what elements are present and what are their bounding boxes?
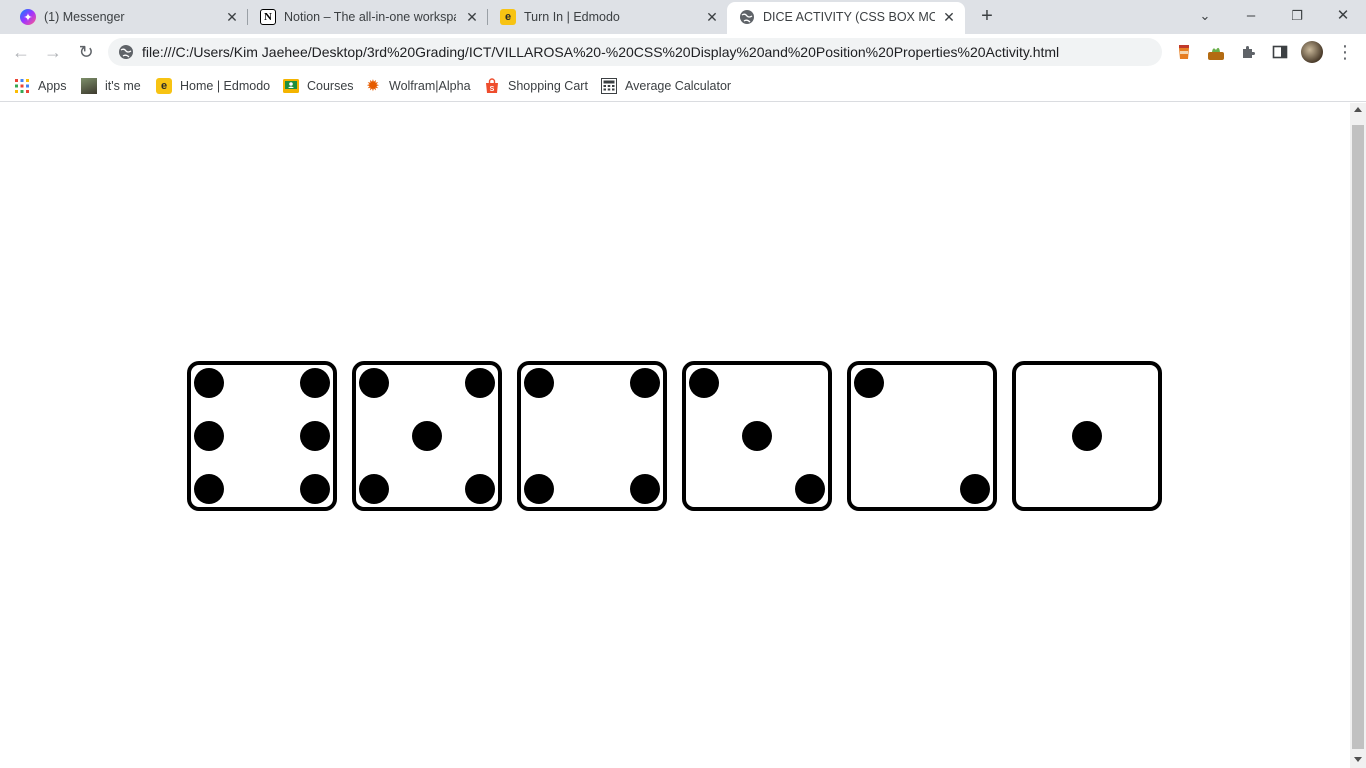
die-pip xyxy=(300,474,330,504)
profile-avatar[interactable] xyxy=(1301,41,1323,63)
bookmark-label: Shopping Cart xyxy=(508,79,588,93)
globe-icon xyxy=(739,9,755,25)
bookmark-average-calculator[interactable]: Average Calculator xyxy=(601,76,731,96)
bookmark-label: Wolfram|Alpha xyxy=(389,79,471,93)
bookmark-label: Average Calculator xyxy=(625,79,732,93)
minimize-icon[interactable]: – xyxy=(1239,4,1263,28)
die-face-2 xyxy=(847,361,997,511)
tab-search-chevron-icon[interactable]: ⌄ xyxy=(1193,4,1217,28)
close-tab-icon[interactable]: ✕ xyxy=(464,9,480,25)
apps-grid-icon xyxy=(14,78,30,94)
side-panel-icon[interactable] xyxy=(1270,42,1290,62)
browser-toolbar: ← → ↻ file:///C:/Users/Kim Jaehee/Deskto… xyxy=(0,34,1366,70)
scroll-down-arrow-icon[interactable] xyxy=(1354,757,1362,762)
close-tab-icon[interactable]: ✕ xyxy=(704,9,720,25)
die-pip xyxy=(630,368,660,398)
dice-row xyxy=(187,361,1167,511)
svg-text:S: S xyxy=(490,86,495,93)
die-pip xyxy=(742,421,772,451)
bookmark-shopping-cart[interactable]: S Shopping Cart xyxy=(484,76,588,96)
bookmark-home-edmodo[interactable]: e Home | Edmodo xyxy=(156,76,270,96)
forward-button[interactable]: → xyxy=(42,41,64,63)
bookmark-label: Apps xyxy=(38,79,67,93)
close-tab-icon[interactable]: ✕ xyxy=(224,9,240,25)
die-pip xyxy=(524,474,554,504)
globe-icon xyxy=(118,44,134,60)
scroll-up-arrow-icon[interactable] xyxy=(1354,107,1362,112)
scrollbar-thumb[interactable] xyxy=(1352,125,1364,749)
die-pip xyxy=(194,474,224,504)
bookmark-label: Courses xyxy=(307,79,354,93)
die-pip xyxy=(689,368,719,398)
bookmarks-bar: Apps it's me e Home | Edmodo Courses ✹ W… xyxy=(0,70,1366,102)
tab-notion[interactable]: N Notion – The all-in-one workspace ✕ xyxy=(248,0,488,34)
calculator-icon xyxy=(601,78,617,94)
close-tab-icon[interactable]: ✕ xyxy=(941,9,957,25)
bookmark-courses[interactable]: Courses xyxy=(283,76,354,96)
die-pip xyxy=(194,368,224,398)
tab-edmodo[interactable]: e Turn In | Edmodo ✕ xyxy=(488,0,728,34)
die-pip xyxy=(359,368,389,398)
die-pip xyxy=(960,474,990,504)
tab-dice-activity[interactable]: DICE ACTIVITY (CSS BOX MODEL ✕ xyxy=(727,2,965,34)
close-window-icon[interactable]: ✕ xyxy=(1331,4,1355,28)
die-pip xyxy=(630,474,660,504)
restore-icon[interactable]: ❐ xyxy=(1285,4,1309,28)
die-pip xyxy=(854,368,884,398)
die-pip xyxy=(465,474,495,504)
die-face-1 xyxy=(1012,361,1162,511)
tab-title: (1) Messenger xyxy=(44,10,125,24)
die-pip xyxy=(300,368,330,398)
bookmark-wolfram-alpha[interactable]: ✹ Wolfram|Alpha xyxy=(365,76,471,96)
die-pip xyxy=(795,474,825,504)
die-pip xyxy=(524,368,554,398)
die-face-5 xyxy=(352,361,502,511)
tab-title: Notion – The all-in-one workspace xyxy=(284,10,456,24)
vertical-scrollbar[interactable] xyxy=(1350,103,1366,768)
bookmark-its-me[interactable]: it's me xyxy=(81,76,141,96)
edmodo-icon: e xyxy=(500,9,516,25)
menu-kebab-icon[interactable]: ⋮ xyxy=(1336,41,1354,63)
back-button[interactable]: ← xyxy=(10,41,32,63)
tab-title: Turn In | Edmodo xyxy=(524,10,620,24)
tab-messenger[interactable]: ✦ (1) Messenger ✕ xyxy=(8,0,248,34)
classroom-icon xyxy=(283,78,299,94)
new-tab-button[interactable]: + xyxy=(976,6,998,28)
reload-button[interactable]: ↻ xyxy=(75,41,97,63)
notion-icon: N xyxy=(260,9,276,25)
page-content xyxy=(0,103,1350,768)
wolfram-icon: ✹ xyxy=(366,78,380,95)
tab-strip: ✦ (1) Messenger ✕ N Notion – The all-in-… xyxy=(0,0,1366,34)
die-pip xyxy=(300,421,330,451)
edmodo-icon: e xyxy=(156,78,172,94)
die-pip xyxy=(1072,421,1102,451)
die-pip xyxy=(412,421,442,451)
die-pip xyxy=(465,368,495,398)
extensions-puzzle-icon[interactable] xyxy=(1238,42,1258,62)
die-pip xyxy=(359,474,389,504)
coffee-extension-icon[interactable] xyxy=(1174,42,1194,62)
die-face-3 xyxy=(682,361,832,511)
bookmark-label: Home | Edmodo xyxy=(180,79,271,93)
plant-extension-icon[interactable] xyxy=(1206,42,1226,62)
die-face-6 xyxy=(187,361,337,511)
die-pip xyxy=(194,421,224,451)
url-text[interactable]: file:///C:/Users/Kim Jaehee/Desktop/3rd%… xyxy=(142,44,1059,60)
die-face-4 xyxy=(517,361,667,511)
bookmark-label: it's me xyxy=(105,79,141,93)
shopee-icon: S xyxy=(484,78,500,94)
bookmark-apps[interactable]: Apps xyxy=(14,76,67,96)
messenger-icon: ✦ xyxy=(20,9,36,25)
tab-title: DICE ACTIVITY (CSS BOX MODEL xyxy=(763,10,935,24)
photo-icon xyxy=(81,78,97,94)
address-bar[interactable]: file:///C:/Users/Kim Jaehee/Desktop/3rd%… xyxy=(108,38,1162,66)
